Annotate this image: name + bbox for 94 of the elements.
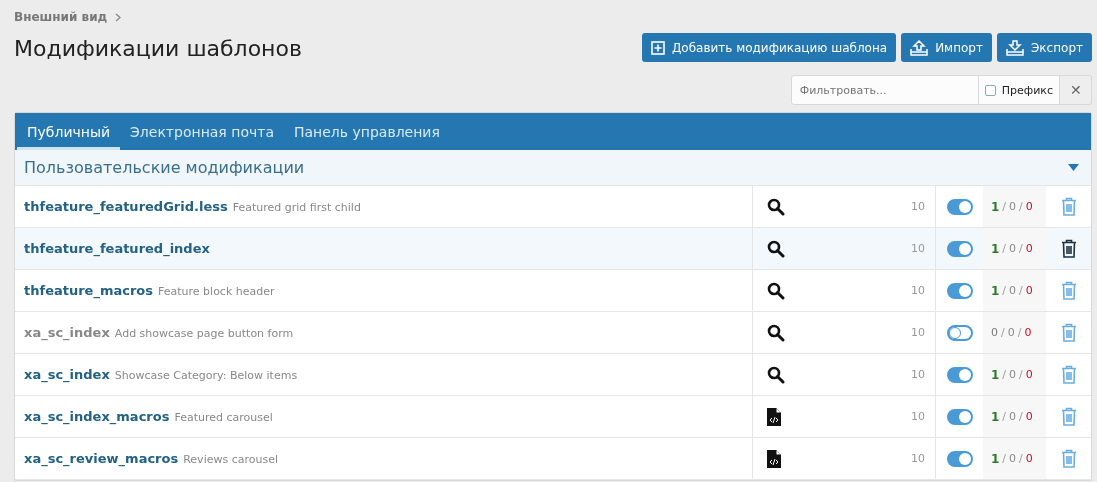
success-count: 1 (991, 241, 1000, 256)
success-count: 0 (991, 326, 998, 339)
caret-icon[interactable] (1068, 164, 1079, 171)
template-link[interactable]: xa_sc_review_macros (24, 451, 179, 466)
separator: / (1019, 242, 1023, 255)
separator: / (1019, 410, 1023, 423)
toggle-switch[interactable] (946, 324, 973, 341)
clear-button[interactable]: ✕ (1060, 75, 1092, 105)
success-count: 1 (991, 451, 1000, 466)
chevron-right-icon (115, 12, 122, 22)
warning-count: 0 (1009, 242, 1017, 255)
search-icon[interactable] (767, 323, 785, 342)
template-link[interactable]: thfeature_featured_index (24, 241, 210, 256)
plus-square-icon (650, 40, 665, 55)
add-button[interactable]: Добавить модификацию шаблона (641, 33, 897, 62)
table-row[interactable]: xa_sc_index_macros Featured carousel 10 1 / 0 / 0 (15, 396, 1091, 438)
toggle-switch[interactable] (946, 240, 973, 257)
success-count: 1 (991, 367, 1000, 382)
tab[interactable]: Панель управления (283, 113, 450, 150)
order-number: 10 (911, 410, 925, 423)
description: Add showcase page button form (114, 327, 294, 340)
table-row[interactable]: xa_sc_review_macros Reviews carousel 10 1 / 0 / 0 (15, 438, 1091, 480)
description: Reviews carousel (183, 453, 278, 466)
warning-count: 0 (1009, 368, 1017, 381)
error-count: 0 (1025, 410, 1033, 423)
separator: / (1019, 452, 1023, 465)
download-tray-icon (1005, 39, 1024, 56)
separator: / (1019, 200, 1023, 213)
separator: / (1002, 452, 1007, 465)
export-button[interactable]: Экспорт (996, 33, 1092, 62)
success-count: 1 (991, 409, 1000, 424)
description: Featured grid first child (232, 201, 361, 214)
error-count: 0 (1025, 284, 1033, 297)
section-title: Пользовательские модификации (24, 158, 305, 177)
success-count: 1 (991, 283, 1000, 298)
code-file-icon[interactable] (767, 407, 781, 426)
toggle-switch[interactable] (946, 282, 973, 299)
toggle-switch[interactable] (946, 198, 973, 215)
separator: / (1017, 326, 1022, 339)
table-row[interactable]: thfeature_macros Feature block header 10 1 / 0 / 0 (15, 270, 1091, 312)
order-number: 10 (911, 452, 925, 465)
order-number: 10 (911, 326, 925, 339)
table-row[interactable]: thfeature_featuredGrid.less Featured grid first child 10 1 / 0 / 0 (15, 186, 1091, 228)
separator: / (1002, 242, 1007, 255)
description: Showcase Category: Below items (114, 369, 298, 382)
table-row[interactable]: xa_sc_index Add showcase page button form 10 0 / 0 / 0 (15, 312, 1091, 354)
search-icon[interactable] (767, 239, 785, 258)
toggle-switch[interactable] (946, 450, 973, 467)
separator: / (1002, 284, 1007, 297)
filter-field[interactable]: Фильтровать... (790, 75, 979, 105)
code-file-icon[interactable] (767, 449, 781, 468)
error-count: 0 (1024, 326, 1032, 339)
error-count: 0 (1025, 452, 1033, 465)
toggle-switch[interactable] (946, 408, 973, 425)
table-row[interactable]: xa_sc_index Showcase Category: Below items 10 1 / 0 / 0 (15, 354, 1091, 396)
warning-count: 0 (1009, 200, 1017, 213)
tab[interactable]: Электронная почта (120, 113, 284, 150)
order-number: 10 (911, 368, 925, 381)
table-row[interactable]: thfeature_featured_index 10 1 / 0 / 0 (15, 228, 1091, 270)
warning-count: 0 (1009, 284, 1017, 297)
import-button[interactable]: Импорт (901, 33, 992, 62)
warning-count: 0 (1007, 326, 1015, 339)
breadcrumb-link[interactable]: Внешний вид (14, 10, 108, 24)
separator: / (1002, 200, 1007, 213)
error-count: 0 (1025, 242, 1033, 255)
order-number: 10 (911, 242, 925, 255)
error-count: 0 (1025, 368, 1033, 381)
prefix-checkbox[interactable]: Префикс (978, 75, 1060, 105)
toggle-switch[interactable] (946, 366, 973, 383)
template-link[interactable]: xa_sc_index (24, 325, 110, 340)
order-number: 10 (911, 200, 925, 213)
separator: / (1002, 410, 1007, 423)
error-count: 0 (1025, 200, 1033, 213)
template-link[interactable]: thfeature_macros (24, 283, 154, 298)
search-icon[interactable] (767, 281, 785, 300)
upload-tray-icon (910, 39, 929, 56)
description: Feature block header (158, 285, 275, 298)
search-icon[interactable] (767, 365, 785, 384)
warning-count: 0 (1009, 410, 1017, 423)
section-header[interactable]: Пользовательские модификации (15, 150, 1091, 186)
warning-count: 0 (1009, 452, 1017, 465)
page-title: Модификации шаблонов (14, 36, 302, 61)
separator: / (1002, 368, 1007, 381)
template-link[interactable]: xa_sc_index_macros (24, 409, 170, 424)
template-link[interactable]: xa_sc_index (24, 367, 110, 382)
description: Featured carousel (174, 411, 273, 424)
separator: / (1019, 284, 1023, 297)
success-count: 1 (991, 199, 1000, 214)
order-number: 10 (911, 284, 925, 297)
separator: / (1019, 368, 1023, 381)
separator: / (1001, 326, 1005, 339)
search-icon[interactable] (767, 197, 785, 216)
template-link[interactable]: thfeature_featuredGrid.less (24, 199, 228, 214)
trash-icon[interactable] (1060, 239, 1077, 258)
